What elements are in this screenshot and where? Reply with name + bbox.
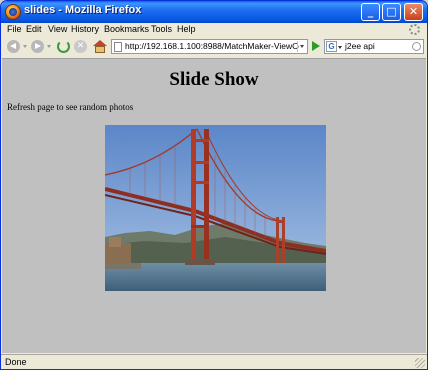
- search-magnifier-icon[interactable]: [412, 42, 421, 51]
- menu-help[interactable]: Help: [177, 24, 196, 34]
- back-history-dropdown-icon[interactable]: [23, 45, 27, 48]
- menu-bookmarks[interactable]: Bookmarks: [104, 24, 149, 34]
- forward-arrow-icon[interactable]: [31, 40, 44, 53]
- url-dropdown-icon[interactable]: [297, 41, 306, 52]
- menu-edit[interactable]: Edit: [26, 24, 42, 34]
- stop-icon[interactable]: ✕: [74, 40, 87, 53]
- resize-grip-icon[interactable]: [415, 358, 425, 368]
- menu-history[interactable]: History: [71, 24, 99, 34]
- firefox-icon: [5, 4, 21, 20]
- url-text[interactable]: http://192.168.1.100:8988/MatchMaker-Vie…: [125, 41, 299, 51]
- status-bar: Done: [1, 354, 427, 369]
- throbber-icon: [409, 24, 420, 35]
- browser-window: slides - Mozilla Firefox _ □ ✕ File Edit…: [0, 0, 428, 370]
- home-icon[interactable]: [93, 40, 107, 54]
- back-arrow-icon[interactable]: [7, 40, 20, 53]
- search-engine-dropdown-icon[interactable]: [338, 46, 342, 49]
- page-content: Slide Show Refresh page to see random ph…: [2, 58, 426, 353]
- minimize-button[interactable]: _: [361, 3, 380, 21]
- title-bar[interactable]: slides - Mozilla Firefox _ □ ✕: [1, 1, 427, 23]
- refresh-hint: Refresh page to see random photos: [7, 102, 134, 112]
- search-bar[interactable]: G j2ee api: [324, 39, 424, 54]
- reload-icon[interactable]: [57, 40, 70, 53]
- menu-file[interactable]: File: [7, 24, 22, 34]
- url-bar[interactable]: http://192.168.1.100:8988/MatchMaker-Vie…: [111, 39, 308, 54]
- maximize-button[interactable]: □: [382, 3, 401, 21]
- golden-gate-bridge-photo: [105, 125, 326, 291]
- menu-tools[interactable]: Tools: [151, 24, 172, 34]
- close-button[interactable]: ✕: [404, 3, 423, 21]
- menu-bar: File Edit View History Bookmarks Tools H…: [1, 23, 427, 38]
- search-input[interactable]: j2ee api: [345, 41, 375, 51]
- page-title: Slide Show: [169, 69, 259, 90]
- window-title: slides - Mozilla Firefox: [24, 4, 142, 16]
- search-engine-icon[interactable]: G: [326, 41, 337, 52]
- forward-history-dropdown-icon[interactable]: [47, 45, 51, 48]
- menu-view[interactable]: View: [48, 24, 67, 34]
- navigation-toolbar: ✕ http://192.168.1.100:8988/MatchMaker-V…: [1, 38, 427, 56]
- page-icon: [114, 42, 122, 52]
- status-text: Done: [5, 357, 27, 367]
- go-arrow-icon[interactable]: [312, 41, 320, 51]
